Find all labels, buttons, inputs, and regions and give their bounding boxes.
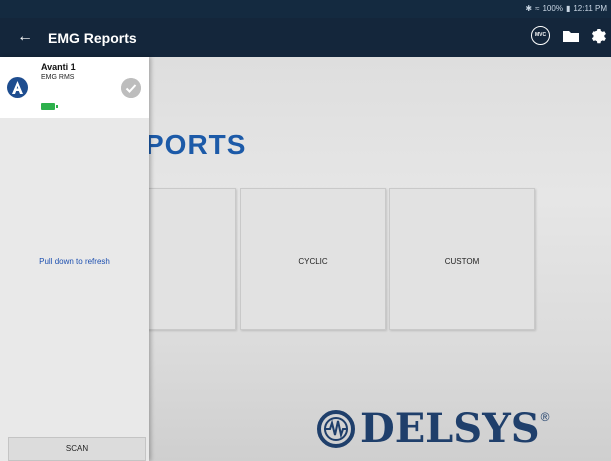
sensor-name: Avanti 1 [41, 62, 76, 72]
sensor-mode: EMG RMS [41, 74, 75, 81]
scan-button[interactable]: SCAN [8, 437, 146, 461]
delsys-logo: DELSYS ® [316, 405, 549, 452]
back-arrow-icon[interactable]: ← [17, 28, 33, 46]
status-bar-right: ✱ ≈ 100% ▮ 12:11 PM [525, 4, 607, 13]
bluetooth-icon: ✱ [525, 4, 533, 13]
delsys-logo-text: DELSYS [360, 405, 540, 452]
pull-to-refresh-text: Pull down to refresh [39, 257, 110, 266]
battery-percent: 100% [542, 4, 563, 13]
mvc-button[interactable]: MVC [531, 26, 550, 45]
app-bar: ← EMG Reports MVC [0, 18, 611, 57]
sensor-item-avanti-1[interactable]: Avanti 1 EMG RMS [0, 57, 149, 118]
tile-label-custom: CUSTOM [444, 257, 480, 266]
mvc-label: MVC [534, 32, 547, 38]
wifi-icon: ≈ [535, 4, 540, 13]
page-title: EMG Reports [48, 30, 137, 46]
status-time: 12:11 PM [573, 4, 607, 13]
delsys-emblem-icon [317, 409, 355, 448]
avanti-logo-icon [7, 77, 28, 98]
status-bar: ✱ ≈ 100% ▮ 12:11 PM [0, 0, 611, 18]
cyclic-report-tile[interactable]: CYCLIC [240, 188, 386, 330]
sensor-sidebar[interactable]: Avanti 1 EMG RMS Pull down to refresh SC… [0, 57, 149, 461]
gear-icon[interactable] [589, 26, 607, 44]
check-circle-icon [121, 78, 141, 98]
folder-icon[interactable] [562, 29, 580, 43]
tile-label-cyclic: CYCLIC [298, 257, 328, 266]
sensor-battery-icon [41, 103, 58, 110]
registered-mark: ® [540, 410, 550, 424]
custom-report-tile[interactable]: CUSTOM [389, 188, 535, 330]
reports-heading: PORTS [145, 129, 247, 160]
battery-icon: ▮ [565, 4, 571, 13]
